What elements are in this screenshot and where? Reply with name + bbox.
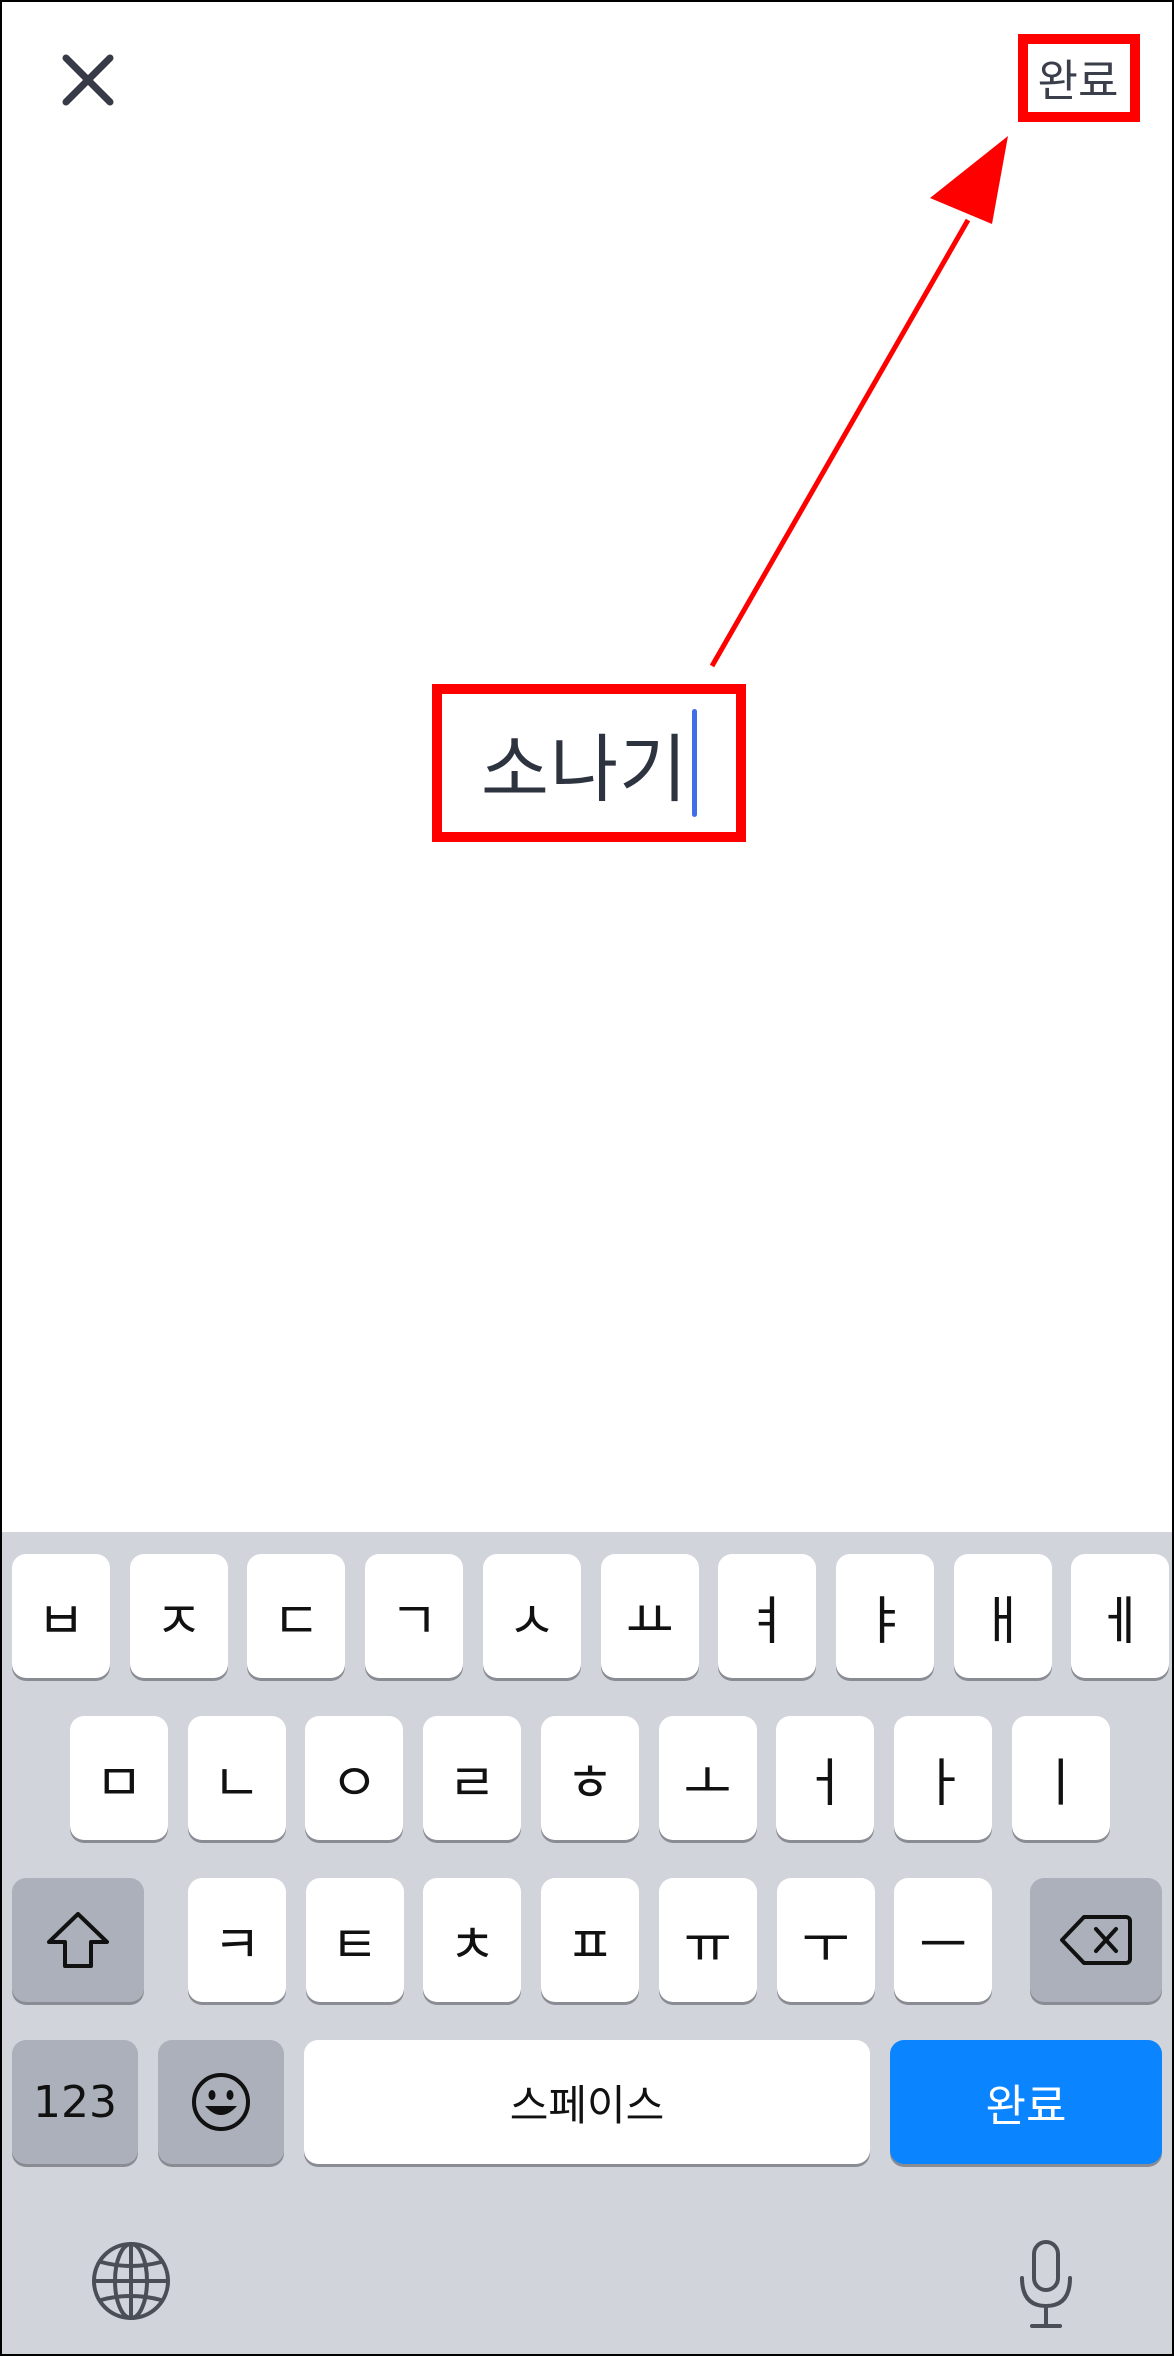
space-key[interactable]: 스페이스 (304, 2040, 870, 2164)
key-ㅏ[interactable]: ㅏ (893, 1716, 992, 1840)
key-ㅈ[interactable]: ㅈ (129, 1554, 228, 1678)
backspace-icon (1060, 1915, 1132, 1965)
backspace-key[interactable] (1030, 1878, 1162, 2002)
key-ㅁ[interactable]: ㅁ (70, 1716, 168, 1840)
key-ㅣ[interactable]: ㅣ (1011, 1716, 1110, 1840)
emoji-key[interactable] (158, 2040, 284, 2164)
text-caret (692, 709, 698, 817)
numbers-key[interactable]: 123 (12, 2040, 138, 2164)
key-ㅕ[interactable]: ㅕ (718, 1554, 817, 1678)
key-ㅡ[interactable]: ㅡ (894, 1878, 993, 2002)
emoji-icon (192, 2073, 250, 2131)
key-ㅅ[interactable]: ㅅ (482, 1554, 581, 1678)
key-ㅍ[interactable]: ㅍ (541, 1878, 640, 2002)
shift-key[interactable] (12, 1878, 144, 2002)
key-ㅠ[interactable]: ㅠ (658, 1878, 757, 2002)
key-ㄴ[interactable]: ㄴ (187, 1716, 286, 1840)
key-ㅛ[interactable]: ㅛ (600, 1554, 699, 1678)
key-ㅂ[interactable]: ㅂ (12, 1554, 110, 1678)
return-key[interactable]: 완료 (890, 2040, 1162, 2164)
shift-icon (47, 1912, 109, 1968)
close-icon (62, 54, 114, 106)
key-ㄷ[interactable]: ㄷ (247, 1554, 346, 1678)
key-ㄱ[interactable]: ㄱ (365, 1554, 464, 1678)
microphone-icon[interactable] (1014, 2238, 1078, 2334)
key-ㄹ[interactable]: ㄹ (423, 1716, 522, 1840)
korean-keyboard: ㅂㅈㄷㄱㅅㅛㅕㅑㅐㅔ ㅁㄴㅇㄹㅎㅗㅓㅏㅣ ㅋㅌㅊㅍㅠㅜㅡ 123 스페이스 완료 (2, 1532, 1172, 2354)
close-button[interactable] (50, 42, 130, 122)
key-ㅋ[interactable]: ㅋ (188, 1878, 286, 2002)
key-ㅊ[interactable]: ㅊ (423, 1878, 522, 2002)
text-input[interactable]: 소나기 (442, 694, 736, 832)
globe-icon[interactable] (88, 2238, 174, 2324)
key-ㅇ[interactable]: ㅇ (305, 1716, 404, 1840)
key-ㅎ[interactable]: ㅎ (540, 1716, 639, 1840)
key-ㅐ[interactable]: ㅐ (953, 1554, 1052, 1678)
key-ㅜ[interactable]: ㅜ (776, 1878, 875, 2002)
done-button[interactable]: 완료 (1022, 38, 1134, 116)
key-ㅔ[interactable]: ㅔ (1071, 1554, 1170, 1678)
key-ㅗ[interactable]: ㅗ (658, 1716, 757, 1840)
key-ㅓ[interactable]: ㅓ (776, 1716, 875, 1840)
app-screen: 완료 소나기 ㅂㅈㄷㄱㅅㅛㅕㅑㅐㅔ ㅁㄴㅇㄹㅎㅗㅓㅏㅣ ㅋㅌㅊㅍㅠㅜㅡ 123 … (0, 0, 1174, 2356)
key-ㅌ[interactable]: ㅌ (305, 1878, 404, 2002)
key-ㅑ[interactable]: ㅑ (835, 1554, 934, 1678)
input-text: 소나기 (480, 726, 689, 813)
